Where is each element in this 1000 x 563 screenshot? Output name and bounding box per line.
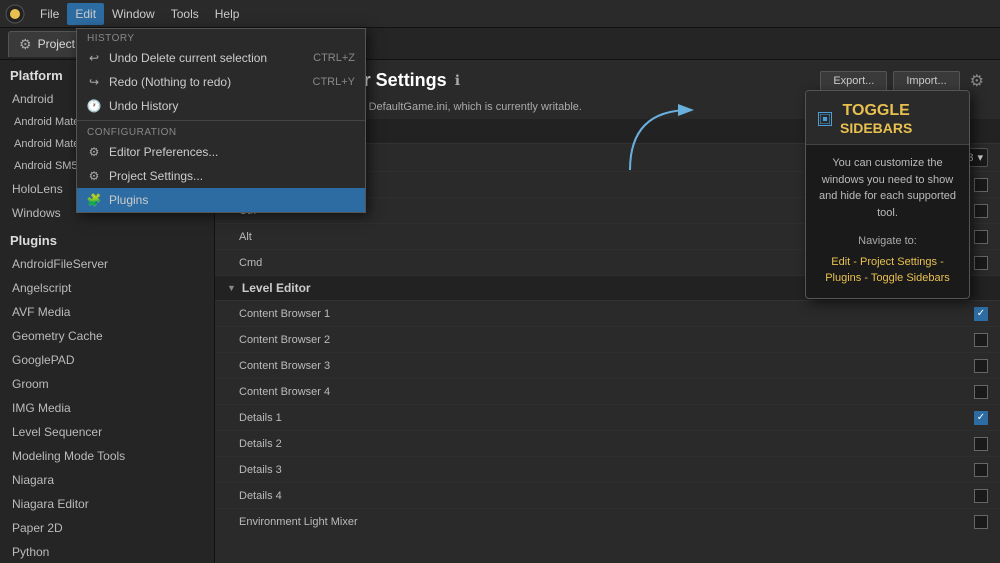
menu-help[interactable]: Help [207,3,248,25]
details-1-row: Details 1 [215,405,1000,431]
tooltip-card: TOGGLE SIDEBARS You can customize the wi… [805,90,970,299]
alt-checkbox[interactable] [974,230,988,244]
content-browser-4-row: Content Browser 4 [215,379,1000,405]
content-browser-3-checkbox[interactable] [974,359,988,373]
undo-history-item[interactable]: 🕐 Undo History [77,94,365,118]
plugins-icon: 🧩 [87,193,101,207]
details-3-checkbox[interactable] [974,463,988,477]
app-logo [4,3,26,25]
details-1-checkbox[interactable] [974,411,988,425]
sidebar-item-googlepad[interactable]: GooglePAD [0,348,214,372]
configuration-section-label: CONFIGURATION [77,123,365,140]
settings-tab-icon: ⚙ [19,36,32,53]
editor-preferences-item[interactable]: ⚙ Editor Preferences... [77,140,365,164]
plugins-item[interactable]: 🧩 Plugins [77,188,365,212]
edit-dropdown-menu: HISTORY ↩ Undo Delete current selection … [76,28,366,213]
history-section-label: HISTORY [77,29,365,46]
title-info-icon[interactable]: ℹ [455,72,460,89]
dropdown-chevron-icon: ▾ [977,151,983,164]
redo-item[interactable]: ↪ Redo (Nothing to redo) CTRL+Y [77,70,365,94]
sidebar-item-python[interactable]: Python [0,540,214,563]
details-4-checkbox[interactable] [974,489,988,503]
tooltip-header: TOGGLE SIDEBARS [806,91,969,145]
sidebar-item-paper2d[interactable]: Paper 2D [0,516,214,540]
sidebar-item-niagara[interactable]: Niagara [0,468,214,492]
settings-gear-icon[interactable]: ⚙ [970,71,984,91]
ctrl-checkbox[interactable] [974,204,988,218]
content-browser-3-row: Content Browser 3 [215,353,1000,379]
details-2-row: Details 2 [215,431,1000,457]
tooltip-title-group: TOGGLE SIDEBARS [840,101,912,136]
sidebar-item-angelscript[interactable]: Angelscript [0,276,214,300]
env-light-mixer-checkbox[interactable] [974,515,988,529]
sidebar-item-imgmedia[interactable]: IMG Media [0,396,214,420]
undo-history-icon: 🕐 [87,99,101,113]
tooltip-body: You can customize the windows you need t… [806,145,969,231]
undo-delete-item[interactable]: ↩ Undo Delete current selection CTRL+Z [77,46,365,70]
content-browser-4-checkbox[interactable] [974,385,988,399]
menu-tools[interactable]: Tools [163,3,207,25]
menu-bar: File Edit Window Tools Help [0,0,1000,28]
level-editor-triangle-icon: ▼ [227,283,236,293]
shift-checkbox[interactable] [974,178,988,192]
content-browser-2-row: Content Browser 2 [215,327,1000,353]
undo-icon: ↩ [87,51,101,65]
sidebar-item-androidfileserver[interactable]: AndroidFileServer [0,252,214,276]
action-buttons: Export... Import... ⚙ [820,71,984,91]
tooltip-path[interactable]: Edit - Project Settings - Plugins - Togg… [806,251,969,298]
sidebar-item-geometrycache[interactable]: Geometry Cache [0,324,214,348]
tooltip-icon-box [818,112,832,126]
sidebar-item-avfmedia[interactable]: AVF Media [0,300,214,324]
redo-icon: ↪ [87,75,101,89]
plugins-header: Plugins [0,225,214,252]
cmd-checkbox[interactable] [974,256,988,270]
tooltip-navigate-label: Navigate to: [806,231,969,251]
sidebar-item-levelsequencer[interactable]: Level Sequencer [0,420,214,444]
details-2-checkbox[interactable] [974,437,988,451]
content-browser-1-checkbox[interactable] [974,307,988,321]
content-browser-1-row: Content Browser 1 [215,301,1000,327]
menu-window[interactable]: Window [104,3,163,25]
env-light-mixer-row: Environment Light Mixer [215,509,1000,532]
project-settings-icon: ⚙ [87,169,101,183]
editor-prefs-icon: ⚙ [87,145,101,159]
sidebar-item-niagaraeditor[interactable]: Niagara Editor [0,492,214,516]
content-browser-2-checkbox[interactable] [974,333,988,347]
import-button[interactable]: Import... [893,71,959,91]
details-3-row: Details 3 [215,457,1000,483]
project-settings-item[interactable]: ⚙ Project Settings... [77,164,365,188]
sidebar-item-groom[interactable]: Groom [0,372,214,396]
details-4-row: Details 4 [215,483,1000,509]
menu-edit[interactable]: Edit [67,3,104,25]
sidebar-item-modelingmode[interactable]: Modeling Mode Tools [0,444,214,468]
dropdown-divider-1 [77,120,365,121]
export-button[interactable]: Export... [820,71,887,91]
menu-file[interactable]: File [32,3,67,25]
